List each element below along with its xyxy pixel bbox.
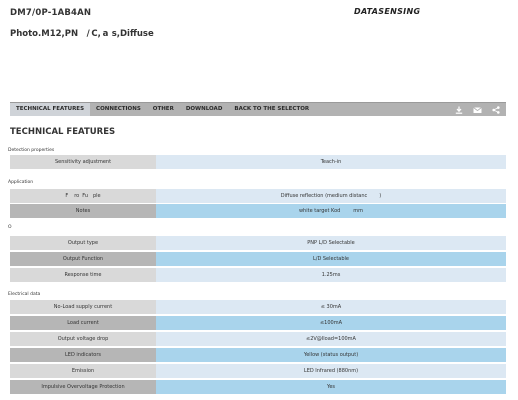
group-label-detection: Detection properties xyxy=(8,148,55,153)
table-row: Output Function L/D Selectable xyxy=(10,252,506,266)
row-key: Output Function xyxy=(10,252,156,266)
tab-connections[interactable]: CONNECTIONS xyxy=(90,103,147,116)
feature-tabs-bar: TECHNICAL FEATURES CONNECTIONS OTHER DOW… xyxy=(10,102,506,116)
table-row: Emission LED Infrared (880nm) xyxy=(10,364,506,378)
row-value: white target Kod mm xyxy=(156,204,506,218)
row-key: Load current xyxy=(10,316,156,330)
table-row: Notes white target Kod mm xyxy=(10,204,506,218)
table-row: F ro Fu ple Diffuse reflection (medium d… xyxy=(10,189,506,203)
row-value: L/D Selectable xyxy=(156,252,506,266)
row-key: Notes xyxy=(10,204,156,218)
row-value: Yes xyxy=(156,380,506,394)
action-icons xyxy=(455,105,506,114)
share-icon[interactable] xyxy=(492,105,500,114)
tab-other[interactable]: OTHER xyxy=(147,103,180,116)
row-value: LED Infrared (880nm) xyxy=(156,364,506,378)
group-label-output: O xyxy=(8,225,20,230)
row-value: Teach-in xyxy=(156,155,506,169)
table-row: Sensitivity adjustment Teach-in xyxy=(10,155,506,169)
tab-back-to-selector[interactable]: BACK TO THE SELECTOR xyxy=(228,103,315,116)
row-value: PNP L/D Selectable xyxy=(156,236,506,250)
row-key: Response time xyxy=(10,268,156,282)
row-value: Yellow (status output) xyxy=(156,348,506,362)
tab-technical-features[interactable]: TECHNICAL FEATURES xyxy=(10,103,91,116)
row-value: ≤100mA xyxy=(156,316,506,330)
row-key: No-Load supply current xyxy=(10,300,156,314)
row-value: ≤ 30mA xyxy=(156,300,506,314)
row-value: Diffuse reflection (medium distanc ) xyxy=(156,189,506,203)
section-title: TECHNICAL FEATURES xyxy=(10,127,116,137)
row-value: 1.25ms xyxy=(156,268,506,282)
table-row: Output voltage drop ≤2V@Iload=100mA xyxy=(10,332,506,346)
table-row: Impulsive Overvoltage Protection Yes xyxy=(10,380,506,394)
product-code: DM7/0P-1AB4AN xyxy=(10,8,92,18)
group-label-electrical: Electrical data xyxy=(8,292,41,297)
row-key: Impulsive Overvoltage Protection xyxy=(10,380,156,394)
brand-logo[interactable]: DATASENSING xyxy=(354,7,420,16)
tab-download[interactable]: DOWNLOAD xyxy=(180,103,229,116)
row-key: F ro Fu ple xyxy=(10,189,156,203)
row-key: Output voltage drop xyxy=(10,332,156,346)
row-key: Output type xyxy=(10,236,156,250)
table-row: Load current ≤100mA xyxy=(10,316,506,330)
row-key: LED indicators xyxy=(10,348,156,362)
table-row: No-Load supply current ≤ 30mA xyxy=(10,300,506,314)
mail-icon[interactable] xyxy=(473,106,482,114)
product-description: Photo.M12,PN / C, a s,Diffuse xyxy=(10,29,154,39)
table-row: LED indicators Yellow (status output) xyxy=(10,348,506,362)
row-key: Emission xyxy=(10,364,156,378)
group-label-application: Application xyxy=(8,180,34,185)
table-row: Output type PNP L/D Selectable xyxy=(10,236,506,250)
table-row: Response time 1.25ms xyxy=(10,268,506,282)
row-value: ≤2V@Iload=100mA xyxy=(156,332,506,346)
download-icon[interactable] xyxy=(455,106,463,114)
row-key: Sensitivity adjustment xyxy=(10,155,156,169)
